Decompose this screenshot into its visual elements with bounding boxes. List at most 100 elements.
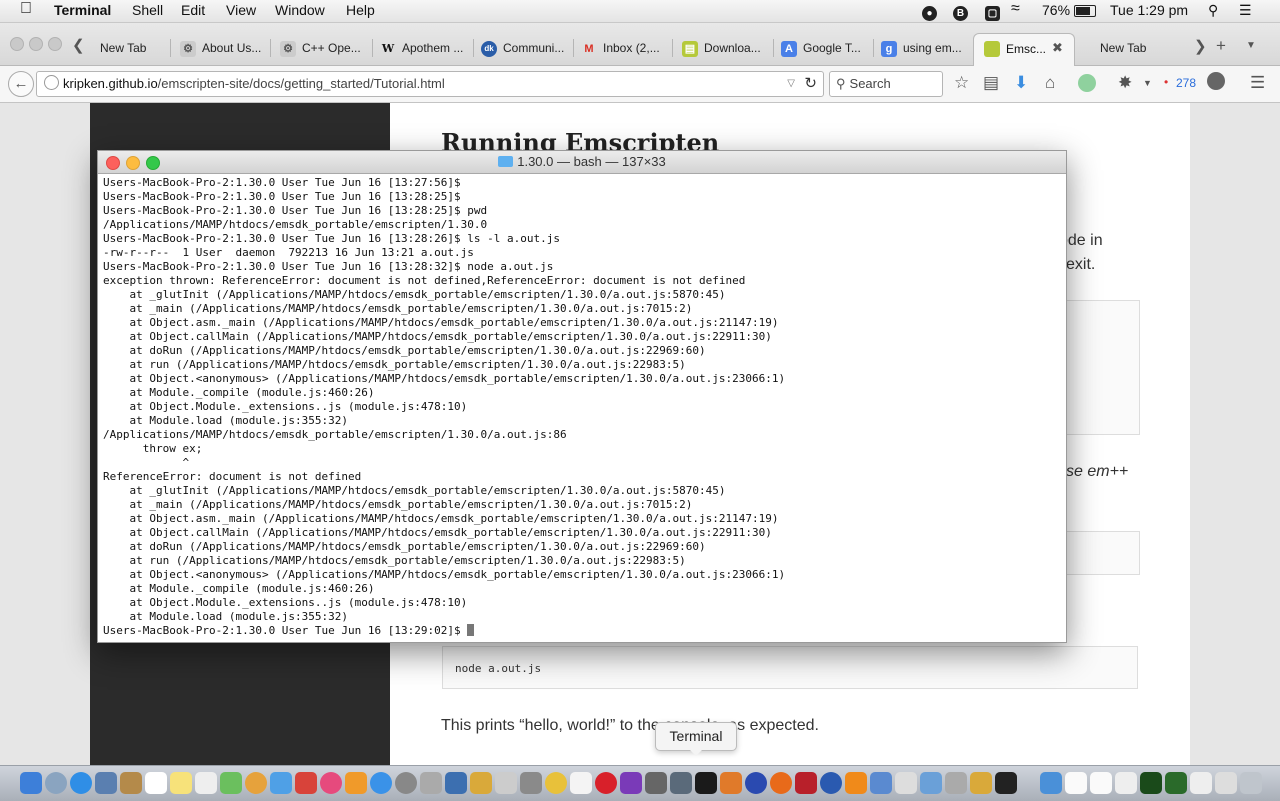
ibooks-icon[interactable] <box>345 772 367 794</box>
hamburger-menu-icon[interactable]: ☰ <box>1250 73 1265 93</box>
itunes-icon[interactable] <box>320 772 342 794</box>
tab-close-icon[interactable]: ✖ <box>1052 40 1063 56</box>
spotlight-search-icon[interactable]: ⚲ <box>1208 2 1218 19</box>
trash-icon[interactable] <box>1240 772 1262 794</box>
search-box[interactable]: ⚲ Search <box>829 71 943 97</box>
messages-icon[interactable] <box>270 772 292 794</box>
badge-count[interactable]: 278 <box>1176 76 1196 90</box>
menu-view[interactable]: View <box>226 2 256 18</box>
bluetooth-app-icon[interactable] <box>745 772 767 794</box>
app-icon[interactable] <box>670 772 692 794</box>
help-icon[interactable] <box>895 772 917 794</box>
notification-dot-icon[interactable]: • <box>1164 75 1168 89</box>
launchpad-icon[interactable] <box>45 772 67 794</box>
bookmarks-list-icon[interactable]: ▤ <box>983 73 999 93</box>
app-icon[interactable] <box>945 772 967 794</box>
photos-icon[interactable] <box>245 772 267 794</box>
utility-icon[interactable] <box>420 772 442 794</box>
tab-communi[interactable]: dk Communi... <box>481 33 569 63</box>
notes-icon[interactable] <box>170 772 192 794</box>
terminal-title-bar[interactable]: 1.30.0 — bash — 137×33 <box>98 151 1066 174</box>
xcode-icon[interactable] <box>445 772 467 794</box>
firefox-icon[interactable] <box>770 772 792 794</box>
photo-booth-icon[interactable] <box>295 772 317 794</box>
tab-google-translate[interactable]: A Google T... <box>781 33 871 63</box>
tab-list-chevron-down-icon[interactable]: ▼ <box>1246 40 1256 51</box>
textedit-icon[interactable] <box>570 772 592 794</box>
bookmark-star-icon[interactable]: ☆ <box>954 73 969 93</box>
maps-icon[interactable] <box>220 772 242 794</box>
minimize-button[interactable] <box>126 156 140 170</box>
menu-window[interactable]: Window <box>275 2 325 18</box>
globe-icon[interactable] <box>44 75 59 90</box>
apple-icon[interactable]:  <box>20 0 32 18</box>
tab-using-em[interactable]: g using em... <box>881 33 969 63</box>
back-arrow-icon[interactable]: ← <box>8 71 34 97</box>
menu-clock[interactable]: Tue 1:29 pm <box>1110 2 1188 18</box>
document-stack-icon[interactable] <box>1215 772 1237 794</box>
bluetooth-status-icon[interactable]: B <box>953 3 968 21</box>
menu-help[interactable]: Help <box>346 2 375 18</box>
chat-bubble-icon[interactable] <box>1207 72 1225 90</box>
reminders-icon[interactable] <box>195 772 217 794</box>
app-icon[interactable] <box>520 772 542 794</box>
zoom-button[interactable] <box>146 156 160 170</box>
wifi-icon[interactable]: ≈ <box>1011 0 1020 18</box>
extension-puzzle-icon[interactable]: ✸ <box>1118 73 1132 93</box>
terminal-prompt-line[interactable]: Users-MacBook-Pro-2:1.30.0 User Tue Jun … <box>103 624 1061 638</box>
app-status-icon[interactable]: ▢ <box>985 3 1000 21</box>
tabs-scroll-right-icon[interactable]: ❯ <box>1194 37 1207 55</box>
tab-inbox[interactable]: M Inbox (2,... <box>581 33 669 63</box>
battery-icon[interactable] <box>1074 5 1096 17</box>
document-stack-icon[interactable] <box>1115 772 1137 794</box>
document-stack-icon[interactable] <box>1090 772 1112 794</box>
menu-shell[interactable]: Shell <box>132 2 163 18</box>
document-stack-icon[interactable] <box>1190 772 1212 794</box>
reload-icon[interactable]: ↻ <box>804 72 817 96</box>
filezilla-dock-icon[interactable] <box>795 772 817 794</box>
downloads-arrow-icon[interactable]: ⬇ <box>1014 73 1028 93</box>
extension-chevron-down-icon[interactable]: ▼ <box>1143 78 1152 88</box>
star-app-icon[interactable] <box>620 772 642 794</box>
finder-icon[interactable] <box>20 772 42 794</box>
tab-new-tab-1[interactable]: New Tab <box>100 33 170 63</box>
tab-about-us[interactable]: ⚙ About Us... <box>180 33 268 63</box>
tab-cpp-ope[interactable]: ⚙ C++ Ope... <box>280 33 370 63</box>
document-stack-icon[interactable] <box>1065 772 1087 794</box>
tab-emscripten-active[interactable]: Emsc... ✖ <box>973 33 1075 66</box>
app-icon[interactable] <box>720 772 742 794</box>
terminal-window[interactable]: 1.30.0 — bash — 137×33 Users-MacBook-Pro… <box>97 150 1067 643</box>
terminal-output[interactable]: Users-MacBook-Pro-2:1.30.0 User Tue Jun … <box>103 176 1061 638</box>
app-icon[interactable] <box>495 772 517 794</box>
vlc-icon[interactable] <box>845 772 867 794</box>
filezilla-icon[interactable] <box>470 772 492 794</box>
app-icon[interactable] <box>870 772 892 794</box>
tab-new-tab-2[interactable]: New Tab <box>1100 33 1170 63</box>
browser-minimize-button[interactable] <box>29 37 43 51</box>
tabs-scroll-left-icon[interactable]: ❮ <box>72 36 85 54</box>
contacts-icon[interactable] <box>120 772 142 794</box>
opera-icon[interactable] <box>595 772 617 794</box>
calendar-icon[interactable] <box>145 772 167 794</box>
notification-center-icon[interactable]: ☰ <box>1239 2 1252 19</box>
screenshot-stack-icon[interactable] <box>1140 772 1162 794</box>
terminal-dock-icon[interactable] <box>695 772 717 794</box>
tab-downloa[interactable]: ▤ Downloa... <box>682 33 770 63</box>
folder-stack-icon[interactable] <box>1040 772 1062 794</box>
app-icon[interactable] <box>645 772 667 794</box>
url-bar[interactable]: kripken.github.io/emscripten-site/docs/g… <box>36 71 824 97</box>
tab-apothem[interactable]: W Apothem ... <box>380 33 470 63</box>
browser-zoom-button[interactable] <box>48 37 62 51</box>
safari-icon[interactable] <box>70 772 92 794</box>
app-icon[interactable] <box>920 772 942 794</box>
chrome-icon[interactable] <box>545 772 567 794</box>
browser-close-button[interactable] <box>10 37 24 51</box>
home-icon[interactable]: ⌂ <box>1045 73 1055 93</box>
terminal-second-icon[interactable] <box>995 772 1017 794</box>
app-icon[interactable] <box>820 772 842 794</box>
new-tab-plus-icon[interactable]: + <box>1216 36 1226 56</box>
menu-app-name[interactable]: Terminal <box>54 2 111 18</box>
system-preferences-icon[interactable] <box>395 772 417 794</box>
close-button[interactable] <box>106 156 120 170</box>
screenshot-stack-icon[interactable] <box>1165 772 1187 794</box>
